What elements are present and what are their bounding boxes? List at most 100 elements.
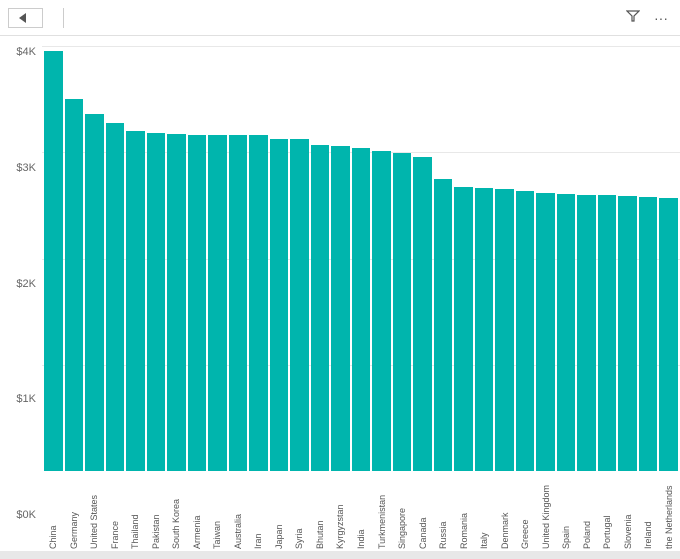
bar-wrapper: [126, 46, 145, 471]
y-label-0k: $0K: [16, 509, 36, 521]
bar[interactable]: [434, 179, 453, 471]
filter-button[interactable]: [622, 7, 644, 28]
bar-wrapper: [249, 46, 268, 471]
chevron-left-icon: [19, 13, 26, 23]
x-axis-label: Portugal: [602, 471, 612, 549]
bar[interactable]: [557, 194, 576, 471]
bar-wrapper: [208, 46, 227, 471]
bar[interactable]: [536, 193, 555, 471]
bar-wrapper: [475, 46, 494, 471]
back-to-report-button[interactable]: [8, 8, 43, 28]
bar-wrapper: [147, 46, 166, 471]
bar[interactable]: [249, 135, 268, 471]
bar[interactable]: [85, 114, 104, 471]
bar[interactable]: [393, 153, 412, 471]
x-axis-label: Thailand: [130, 471, 140, 549]
x-axis-label: Taiwan: [212, 471, 222, 549]
x-label-wrapper: Syria: [290, 471, 309, 551]
bar-wrapper: [639, 46, 658, 471]
x-axis-label: Germany: [69, 471, 79, 549]
bar[interactable]: [188, 135, 207, 471]
bar[interactable]: [598, 195, 617, 471]
x-axis-label: Australia: [233, 471, 243, 549]
bar[interactable]: [65, 99, 84, 471]
bar[interactable]: [454, 187, 473, 471]
bar-wrapper: [229, 46, 248, 471]
x-axis-label: South Korea: [171, 471, 181, 549]
x-label-wrapper: Slovenia: [618, 471, 637, 551]
x-label-wrapper: Australia: [229, 471, 248, 551]
x-axis-label: the Netherlands: [664, 471, 674, 549]
bar[interactable]: [413, 157, 432, 471]
bar[interactable]: [475, 188, 494, 471]
x-axis-label: Kyrgyzstan: [335, 471, 345, 549]
x-axis-label: France: [110, 471, 120, 549]
x-label-wrapper: Taiwan: [208, 471, 227, 551]
x-label-wrapper: China: [44, 471, 63, 551]
bar[interactable]: [311, 145, 330, 471]
x-axis: China Germany United States France Thailand P…: [42, 471, 680, 551]
x-label-wrapper: the Netherlands: [659, 471, 678, 551]
bar[interactable]: [290, 139, 309, 471]
bar[interactable]: [577, 195, 596, 471]
bar[interactable]: [106, 123, 125, 471]
bar[interactable]: [208, 135, 227, 471]
x-label-wrapper: Romania: [454, 471, 473, 551]
x-label-wrapper: Poland: [577, 471, 596, 551]
x-axis-label: Syria: [294, 471, 304, 549]
bar-wrapper: [270, 46, 289, 471]
bar-wrapper: [65, 46, 84, 471]
bar-wrapper: [311, 46, 330, 471]
bar[interactable]: [270, 139, 289, 471]
x-label-wrapper: Kyrgyzstan: [331, 471, 350, 551]
bottom-scrollbar[interactable]: [0, 551, 680, 559]
bar[interactable]: [639, 197, 658, 471]
x-label-wrapper: France: [106, 471, 125, 551]
x-label-wrapper: South Korea: [167, 471, 186, 551]
bar[interactable]: [495, 189, 514, 471]
x-axis-label: Singapore: [397, 471, 407, 549]
bars-area: [42, 46, 680, 471]
bar[interactable]: [516, 191, 535, 471]
x-label-wrapper: Greece: [516, 471, 535, 551]
bar-wrapper: [290, 46, 309, 471]
more-options-icon: ···: [654, 10, 668, 26]
bar-wrapper: [85, 46, 104, 471]
bar-wrapper: [413, 46, 432, 471]
bar[interactable]: [44, 51, 63, 471]
x-axis-label: Japan: [274, 471, 284, 549]
x-axis-label: Italy: [479, 471, 489, 549]
x-axis-label: Poland: [582, 471, 592, 549]
y-axis: $4K $3K $2K $1K $0K: [0, 46, 42, 551]
bar[interactable]: [352, 148, 371, 471]
x-label-wrapper: Pakistan: [147, 471, 166, 551]
more-options-button[interactable]: ···: [650, 8, 672, 28]
bar[interactable]: [167, 134, 186, 471]
bar[interactable]: [147, 133, 166, 471]
bar-wrapper: [352, 46, 371, 471]
bar-wrapper: [495, 46, 514, 471]
bar[interactable]: [618, 196, 637, 471]
bar-wrapper: [598, 46, 617, 471]
x-axis-label: China: [48, 471, 58, 549]
bar-wrapper: [659, 46, 678, 471]
bar-wrapper: [331, 46, 350, 471]
x-axis-label: Canada: [418, 471, 428, 549]
x-axis-label: Iran: [253, 471, 263, 549]
y-label-4k: $4K: [16, 46, 36, 58]
bar[interactable]: [331, 146, 350, 472]
bar-wrapper: [188, 46, 207, 471]
x-label-wrapper: Portugal: [598, 471, 617, 551]
x-axis-label: Slovenia: [623, 471, 633, 549]
y-label-3k: $3K: [16, 162, 36, 174]
y-label-1k: $1K: [16, 393, 36, 405]
x-axis-label: Armenia: [192, 471, 202, 549]
x-axis-label: United States: [89, 471, 99, 549]
bar[interactable]: [229, 135, 248, 471]
bar[interactable]: [372, 151, 391, 471]
bar[interactable]: [659, 198, 678, 471]
x-label-wrapper: Ireland: [639, 471, 658, 551]
bar[interactable]: [126, 131, 145, 471]
x-label-wrapper: Spain: [557, 471, 576, 551]
bar-wrapper: [393, 46, 412, 471]
